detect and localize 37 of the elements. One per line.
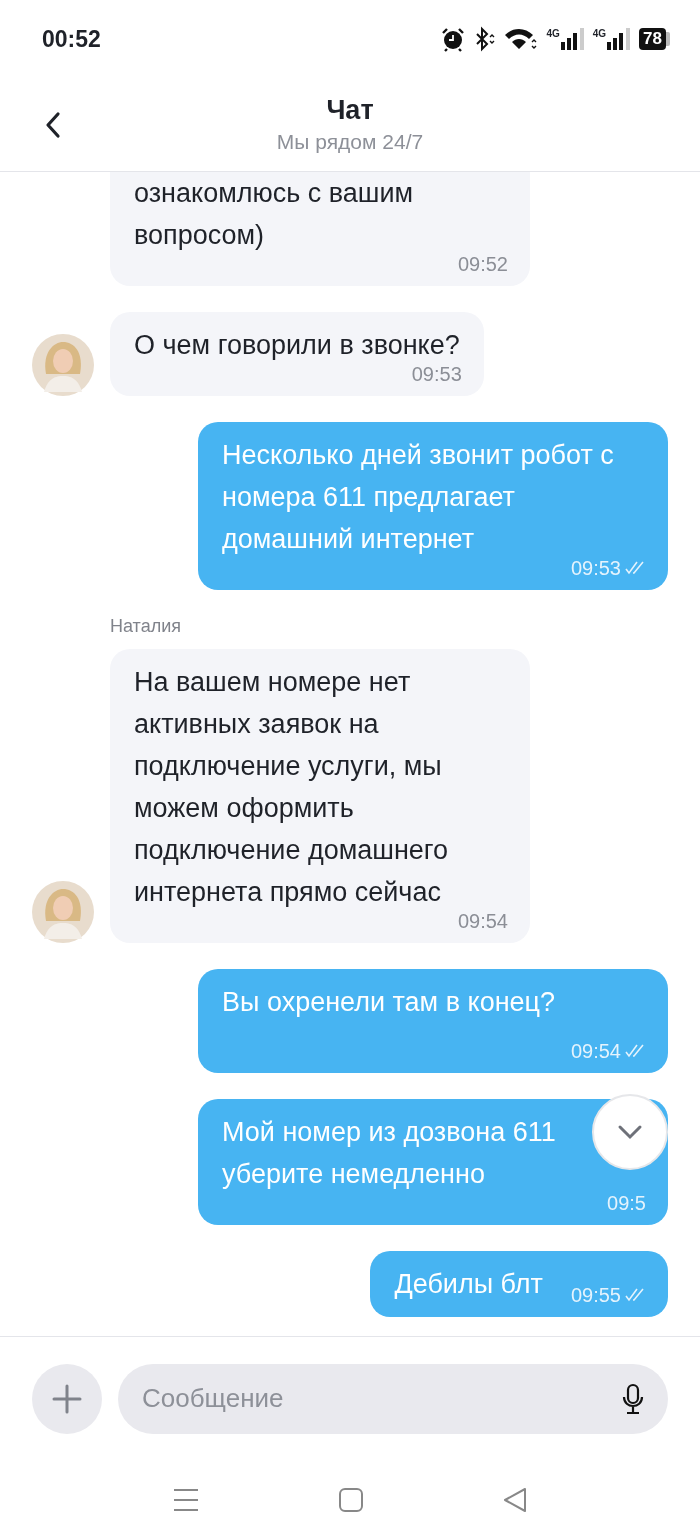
menu-icon[interactable] — [173, 1488, 199, 1512]
message-text: На вашем номере нет активных заявок на подключение услуги, мы можем оформить подключение домашнего интернета прямо сейчас — [134, 667, 449, 907]
message-time: 09:55 — [570, 1283, 621, 1307]
message-text: О чем говорили в звонке? — [134, 330, 460, 360]
microphone-icon[interactable] — [622, 1382, 644, 1415]
plus-icon — [51, 1382, 83, 1415]
home-icon[interactable] — [339, 1488, 363, 1512]
signal-icon — [560, 28, 585, 50]
message-text: ознакомлюсь с вашим вопросом) — [134, 178, 414, 250]
avatar-icon — [32, 881, 94, 943]
message-time: 09:54 — [570, 1039, 621, 1063]
message-text: Несколько дней звонит робот с номера 611 предлагает домашний интернет — [222, 440, 614, 554]
network-label: 4G — [546, 28, 560, 39]
message-time: 09:52 — [457, 252, 508, 276]
avatar-icon — [32, 334, 94, 396]
double-check-icon — [624, 560, 646, 576]
bluetooth-icon — [474, 26, 497, 52]
double-check-icon — [624, 1287, 646, 1303]
double-check-icon — [624, 1043, 646, 1059]
message-text: Вы охренели там в конец? — [222, 987, 556, 1017]
clock: 00:52 — [42, 25, 101, 53]
message-time: 09:54 — [457, 909, 508, 933]
message-time: 09:5 — [607, 1191, 646, 1215]
message-time: 09:53 — [570, 556, 621, 580]
signal-icon — [607, 28, 632, 50]
back-nav-icon[interactable] — [503, 1487, 527, 1513]
message-time: 09:53 — [411, 362, 462, 386]
message-text: Мой номер из дозвона 611 уберите немедленно — [222, 1117, 556, 1189]
battery-level: 78 — [639, 28, 666, 50]
chat-subtitle: Мы рядом 24/7 — [276, 130, 424, 154]
sender-name: Наталия — [110, 616, 181, 637]
chat-title: Чат — [326, 95, 374, 126]
chevron-down-icon — [616, 1123, 644, 1141]
network-label: 4G — [592, 28, 607, 39]
wifi-icon — [504, 27, 539, 51]
message-text: Дебилы блт — [394, 1269, 543, 1299]
message-field[interactable]: Сообщение — [118, 1363, 668, 1434]
